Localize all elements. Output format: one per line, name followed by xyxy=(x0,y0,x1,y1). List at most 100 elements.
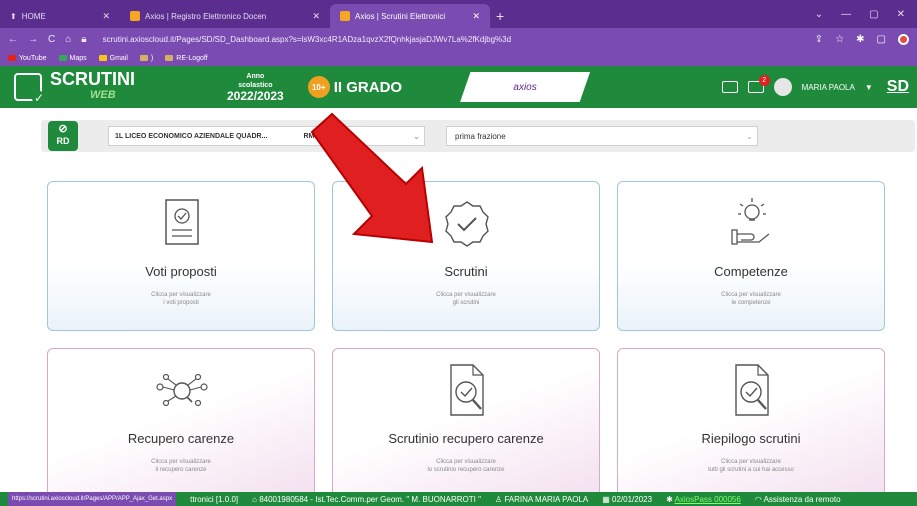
card-subtitle: Clicca per visualizzare gli scrutini xyxy=(436,292,496,306)
tab-label: Axios | Scrutini Elettronici xyxy=(355,11,446,21)
school-info: ⌂ 84001980584 - Ist.Tec.Comm.per Geom. "… xyxy=(252,494,481,504)
card-title: Recupero carenze xyxy=(127,431,235,446)
folder-icon xyxy=(139,55,148,61)
brand-subtitle: WEB xyxy=(90,89,116,101)
extensions-icon[interactable]: ✱ xyxy=(856,34,864,45)
lock-icon: 🔒︎ xyxy=(81,33,87,45)
tab-label: HOME xyxy=(21,11,46,21)
close-icon[interactable]: ✕ xyxy=(472,11,480,22)
card-title: Scrutinio recupero carenze xyxy=(388,431,544,446)
card-subtitle: Clicca per visualizzare il recupero care… xyxy=(151,459,211,473)
user-initials[interactable]: SD xyxy=(887,78,909,96)
tab-scrutini[interactable]: Axios | Scrutini Elettronici ✕ xyxy=(330,4,490,28)
brand-logo[interactable]: SCRUTINI WEB xyxy=(50,69,135,103)
card-competenze[interactable]: Competenze Clicca per visualizzare le co… xyxy=(617,181,885,331)
avatar[interactable] xyxy=(773,78,792,96)
grado-selector[interactable]: 10+ II GRADO xyxy=(307,76,403,98)
bookmark-gmail[interactable]: Gmail xyxy=(98,55,128,62)
minimize-icon[interactable]: — xyxy=(841,9,851,20)
mail-icon[interactable]: 2 xyxy=(747,75,770,93)
lightbulb-hand-icon xyxy=(731,198,770,245)
support-icon: ◠ xyxy=(754,494,764,504)
grado-label: II GRADO xyxy=(333,78,403,96)
star-icon[interactable]: ☆ xyxy=(835,34,844,45)
red-arrow-annotation xyxy=(310,112,434,244)
status-date: ▦ 02/01/2023 xyxy=(602,494,653,504)
axios-favicon-icon xyxy=(130,11,140,21)
chevron-down-icon[interactable]: ▼ xyxy=(865,83,873,92)
chevron-down-icon[interactable]: ⌄ xyxy=(815,9,823,20)
close-window-icon[interactable]: ✕ xyxy=(897,9,905,20)
id-card-icon[interactable] xyxy=(721,81,738,93)
year-value: 2022/2023 xyxy=(227,88,284,103)
year-label-1: Anno xyxy=(246,72,265,80)
class-select-value: 1L LICEO ECONOMICO AZIENDALE QUADR... xyxy=(115,132,268,140)
bookmark-folder[interactable]: ) xyxy=(139,55,153,62)
app-version: ttronici [1.0.0] xyxy=(190,494,239,504)
axios-logo: axios xyxy=(460,72,591,102)
profile-icon[interactable] xyxy=(898,33,909,45)
sidebar-icon[interactable]: ▢ xyxy=(877,34,886,45)
maximize-icon[interactable]: ▢ xyxy=(869,9,878,20)
back-icon[interactable]: ← xyxy=(8,34,18,45)
bookmark-re-logoff[interactable]: RE-Logoff xyxy=(165,55,208,62)
school-year: Anno scolastico 2022/2023 xyxy=(227,72,284,103)
card-recupero-carenze[interactable]: Recupero carenze Clicca per visualizzare… xyxy=(47,348,315,498)
axios-favicon-icon xyxy=(340,11,350,21)
card-title: Scrutini xyxy=(444,264,488,279)
scrutini-logo-icon xyxy=(14,73,46,105)
user-icon: ♙ xyxy=(494,494,505,504)
url-field[interactable]: scrutini.axioscloud.it/Pages/SD/SD_Dashb… xyxy=(103,35,511,44)
status-link: https://scrutini.axioscloud.it/Pages/APP… xyxy=(8,492,177,506)
folder-icon xyxy=(165,55,174,61)
tab-label: Axios | Registro Elettronico Docen xyxy=(145,11,267,21)
network-search-icon xyxy=(156,373,208,407)
reload-icon[interactable]: C xyxy=(48,34,55,45)
share-icon[interactable]: ⇪ xyxy=(815,34,823,45)
user-name[interactable]: MARIA PAOLA xyxy=(802,83,855,92)
card-title: Voti proposti xyxy=(145,264,217,279)
document-search-icon xyxy=(735,364,769,416)
card-voti-proposti[interactable]: Voti proposti Clicca per visualizzare i … xyxy=(47,181,315,331)
tab-registro[interactable]: Axios | Registro Elettronico Docen ✕ xyxy=(120,4,330,28)
home-icon[interactable]: ⌂ xyxy=(65,34,71,45)
card-title: Competenze xyxy=(714,264,788,279)
card-title: Riepilogo scrutini xyxy=(701,431,801,446)
bookmarks-bar: YouTube Maps Gmail ) RE-Logoff xyxy=(0,50,917,66)
browser-tab-bar: ⬆ HOME ✕ Axios | Registro Elettronico Do… xyxy=(0,0,917,28)
home-icon: ⬆ xyxy=(10,11,17,21)
gear-icon: ✱ xyxy=(666,494,675,504)
new-tab-button[interactable]: + xyxy=(490,4,516,28)
grado-badge-icon: 10+ xyxy=(307,76,330,98)
remote-assist-link[interactable]: ◠ Assistenza da remoto xyxy=(755,495,841,504)
document-check-icon xyxy=(165,199,199,245)
card-subtitle: Clicca per visualizzare lo scrutinio rec… xyxy=(427,459,505,473)
tab-home[interactable]: ⬆ HOME ✕ xyxy=(0,4,120,28)
card-scrutinio-recupero-carenze[interactable]: Scrutinio recupero carenze Clicca per vi… xyxy=(332,348,600,498)
notification-badge: 2 xyxy=(758,75,770,86)
rd-logo-icon: RD xyxy=(48,121,78,151)
youtube-icon xyxy=(8,55,16,61)
forward-icon[interactable]: → xyxy=(28,34,38,45)
bookmark-maps[interactable]: Maps xyxy=(58,55,87,62)
period-select-value: prima frazione xyxy=(455,131,506,141)
card-riepilogo-scrutini[interactable]: Riepilogo scrutini Clicca per visualizza… xyxy=(617,348,885,498)
close-icon[interactable]: ✕ xyxy=(102,11,110,22)
app-header: SCRUTINI WEB Anno scolastico 2022/2023 1… xyxy=(0,66,917,108)
gmail-icon xyxy=(98,55,107,61)
period-select[interactable]: prima frazione ⌄ xyxy=(446,126,758,146)
card-subtitle: Clicca per visualizzare i voti proposti xyxy=(151,292,211,306)
axiospass-link[interactable]: ✱ AxiosPass 000056 xyxy=(666,495,741,504)
maps-icon xyxy=(58,55,67,61)
brand-title: SCRUTINI xyxy=(50,69,135,89)
bookmark-youtube[interactable]: YouTube xyxy=(8,55,47,62)
status-bar: https://scrutini.axioscloud.it/Pages/APP… xyxy=(0,492,917,506)
address-bar: ← → C ⌂ 🔒︎ scrutini.axioscloud.it/Pages/… xyxy=(0,28,917,50)
status-user: ♙ FARINA MARIA PAOLA xyxy=(494,494,589,504)
card-subtitle: Clicca per visualizzare tutti gli scruti… xyxy=(708,459,794,473)
chevron-down-icon: ⌄ xyxy=(746,131,753,141)
document-search-icon xyxy=(450,364,484,416)
close-icon[interactable]: ✕ xyxy=(312,11,320,22)
card-subtitle: Clicca per visualizzare le competenze xyxy=(721,292,781,306)
calendar-icon: ▦ xyxy=(602,494,613,504)
